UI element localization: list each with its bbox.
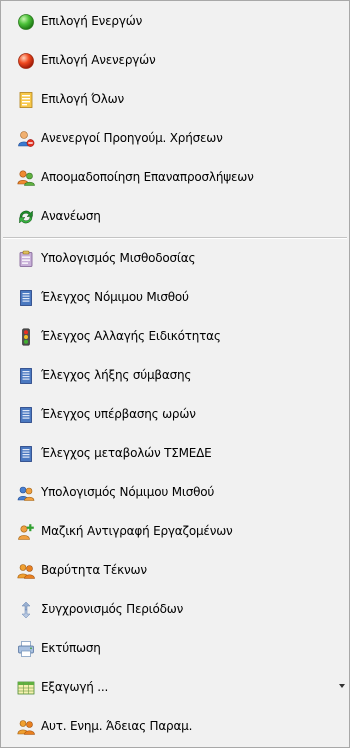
menu-item-check-tsmede-changes[interactable]: Έλεγχος μεταβολών ΤΣΜΕΔΕ	[3, 441, 347, 467]
context-menu: Επιλογή Ενεργών Επιλογή Ανενεργών Επιλογ…	[0, 0, 350, 748]
menu-item-label: Υπολογισμός Μισθοδοσίας	[41, 251, 196, 265]
menu-item-check-contract-expiry[interactable]: Έλεγχος λήξης σύμβασης	[3, 363, 347, 389]
menu-item-label: Ανενεργοί Προηγούμ. Χρήσεων	[41, 131, 223, 145]
menu-item-select-inactive[interactable]: Επιλογή Ανενεργών	[3, 48, 347, 74]
menu-item-ungroup-rehires[interactable]: Αποομαδοποίηση Επαναπροσλήψεων	[3, 165, 347, 191]
green-circle-icon	[18, 14, 34, 30]
menu-item-label: Αυτ. Ενημ. Άδειας Παραμ.	[41, 719, 193, 733]
menu-item-check-overtime[interactable]: Έλεγχος υπέρβασης ωρών	[3, 402, 347, 428]
menu-item-label: Αποομαδοποίηση Επαναπροσλήψεων	[41, 170, 254, 184]
menu-item-label: Βαρύτητα Τέκνων	[41, 563, 147, 577]
menu-item-sync-periods[interactable]: Συγχρονισμός Περιόδων	[3, 597, 347, 623]
menu-item-label: Εξαγωγή ...	[41, 680, 109, 694]
menu-item-print[interactable]: Εκτύπωση	[3, 636, 347, 662]
menu-item-label: Επιλογή Ενεργών	[41, 14, 143, 28]
menu-item-label: Υπολογισμός Νόμιμου Μισθού	[41, 485, 215, 499]
menu-item-children-weight[interactable]: Βαρύτητα Τέκνων	[3, 558, 347, 584]
menu-item-inactive-previous-years[interactable]: Ανενεργοί Προηγούμ. Χρήσεων	[3, 126, 347, 152]
red-circle-icon	[18, 53, 34, 69]
menu-item-select-all[interactable]: Επιλογή Όλων	[3, 87, 347, 113]
menu-item-select-active[interactable]: Επιλογή Ενεργών	[3, 9, 347, 35]
menu-item-label: Επιλογή Όλων	[41, 92, 125, 106]
menu-item-check-legal-salary[interactable]: Έλεγχος Νόμιμου Μισθού	[3, 285, 347, 311]
menu-item-label: Μαζική Αντιγραφή Εργαζομένων	[41, 524, 233, 538]
menu-item-label: Ανανέωση	[41, 209, 101, 223]
users-ungroup-icon	[17, 170, 35, 186]
menu-item-label: Έλεγχος λήξης σύμβασης	[41, 368, 192, 382]
menu-item-export[interactable]: Εξαγωγή ...	[3, 675, 347, 701]
menu-item-label: Συγχρονισμός Περιόδων	[41, 602, 184, 616]
menu-separator	[3, 237, 347, 239]
menu-item-refresh[interactable]: Ανανέωση	[3, 204, 347, 230]
menu-item-label: Εκτύπωση	[41, 641, 101, 655]
sync-icon	[21, 601, 31, 619]
menu-item-check-specialty-change[interactable]: Έλεγχος Αλλαγής Ειδικότητας	[3, 324, 347, 350]
menu-item-payroll-calculation[interactable]: Υπολογισμός Μισθοδοσίας	[3, 246, 347, 272]
menu-item-label: Επιλογή Ανενεργών	[41, 53, 156, 67]
print-icon	[18, 641, 34, 657]
report-icon	[20, 368, 32, 384]
menu-item-label: Έλεγχος Νόμιμου Μισθού	[41, 290, 189, 304]
refresh-icon	[19, 210, 33, 224]
document-list-icon	[19, 92, 33, 108]
menu-item-label: Έλεγχος μεταβολών ΤΣΜΕΔΕ	[41, 446, 212, 460]
user-inactive-icon	[18, 131, 35, 147]
report-icon	[20, 407, 32, 423]
menu-item-label: Έλεγχος Αλλαγής Ειδικότητας	[41, 329, 221, 343]
report-icon	[20, 446, 32, 462]
users-group-icon	[17, 720, 35, 735]
users-calc-icon	[17, 486, 35, 501]
menu-item-auto-update-leave[interactable]: Αυτ. Ενημ. Άδειας Παραμ.	[3, 714, 347, 740]
menu-item-calculate-legal-salary[interactable]: Υπολογισμός Νόμιμου Μισθού	[3, 480, 347, 506]
menu-item-label: Έλεγχος υπέρβασης ωρών	[41, 407, 196, 421]
users-group-icon	[17, 564, 35, 579]
spreadsheet-icon	[17, 681, 35, 695]
traffic-light-icon	[22, 328, 30, 346]
submenu-arrow-icon	[339, 684, 345, 688]
menu-item-bulk-copy-employees[interactable]: Μαζική Αντιγραφή Εργαζομένων	[3, 519, 347, 545]
report-icon	[20, 290, 32, 306]
clipboard-icon	[19, 250, 33, 267]
user-add-icon	[18, 524, 34, 540]
